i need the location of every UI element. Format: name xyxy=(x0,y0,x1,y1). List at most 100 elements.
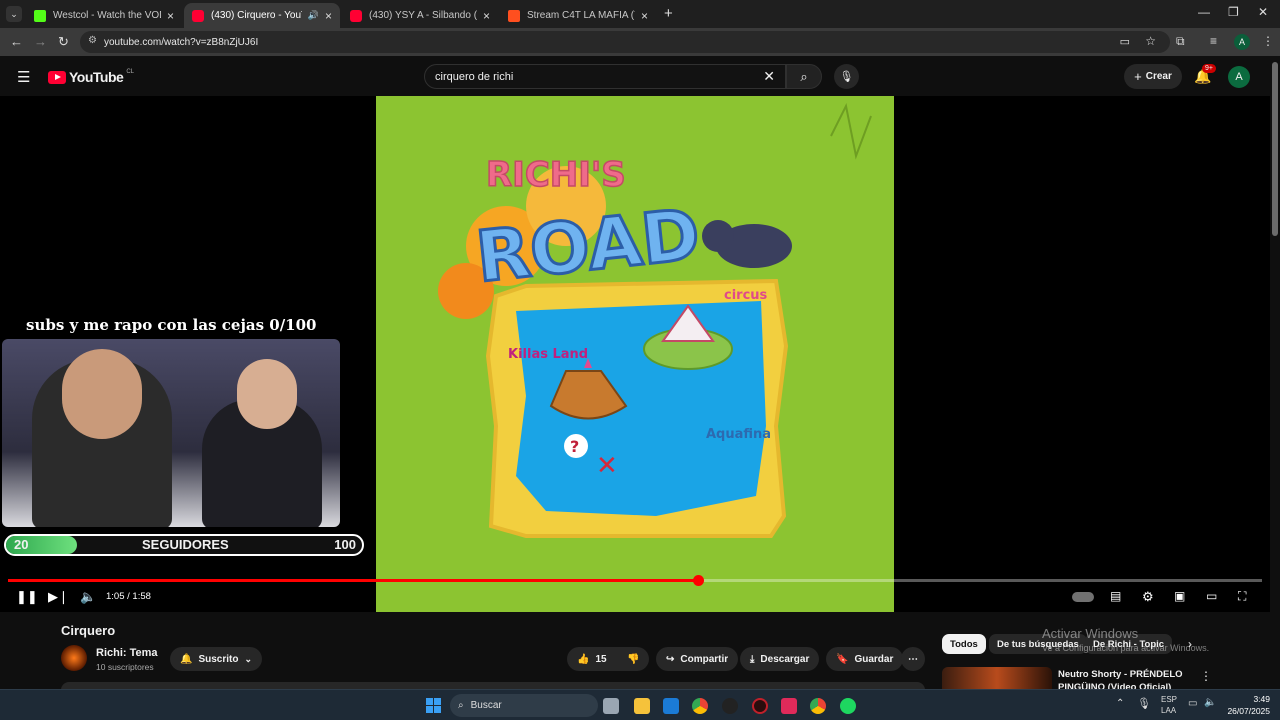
profile-avatar[interactable]: A xyxy=(1234,34,1250,50)
extensions-icon[interactable]: ⧉ xyxy=(1176,34,1185,49)
close-window-icon[interactable]: ✕ xyxy=(1258,5,1268,19)
search-icon: ⌕ xyxy=(800,68,808,84)
chrome-profile-icon[interactable] xyxy=(810,698,826,714)
reload-icon[interactable]: ↻ xyxy=(58,34,69,50)
tab-stream-c4t[interactable]: Stream C4T LA MAFIA (YUG RI × xyxy=(500,3,656,28)
tray-chevron-icon[interactable]: ⌃ xyxy=(1116,698,1124,709)
tab-westcol[interactable]: Westcol - Watch the VOD on K × xyxy=(26,3,182,28)
youtube-logo[interactable]: YouTube CL xyxy=(48,69,134,85)
network-icon[interactable]: ▭ xyxy=(1188,698,1197,709)
close-tab-icon[interactable]: × xyxy=(167,9,174,23)
back-icon[interactable]: ← xyxy=(10,34,23,49)
create-label: Crear xyxy=(1145,71,1172,82)
search-button[interactable]: ⌕ xyxy=(786,64,822,89)
close-tab-icon[interactable]: × xyxy=(483,9,490,23)
close-tab-icon[interactable]: × xyxy=(325,9,332,23)
install-app-icon[interactable]: ▭ xyxy=(1120,35,1130,48)
browser-toolbar: ← → ↻ ⚙ youtube.com/watch?v=zB8nZjUJ6I ▭… xyxy=(0,28,1280,56)
outlook-icon[interactable] xyxy=(663,698,679,714)
voice-search-button[interactable]: 🎙 xyxy=(834,64,859,89)
restore-icon[interactable]: ❐ xyxy=(1228,5,1239,19)
page-scrollbar[interactable] xyxy=(1272,62,1278,236)
fullscreen-icon[interactable]: ⛶ xyxy=(1238,589,1246,604)
address-bar[interactable]: ⚙ youtube.com/watch?v=zB8nZjUJ6I ▭ ☆ xyxy=(80,31,1170,53)
logo-text: YouTube xyxy=(69,69,124,85)
autoplay-toggle-icon[interactable] xyxy=(1072,592,1094,602)
forward-icon[interactable]: → xyxy=(34,34,47,49)
recommended-menu-icon[interactable]: ⋮ xyxy=(1200,669,1212,683)
download-button[interactable]: ⤓ Descargar xyxy=(740,647,820,671)
theater-mode-icon[interactable]: ▭ xyxy=(1206,589,1217,603)
hamburger-menu-icon[interactable]: ☰ xyxy=(17,68,30,86)
tab-cirquero[interactable]: (430) Cirquero - YouTube 🔊 × xyxy=(184,3,340,28)
tiktok-icon[interactable] xyxy=(781,698,797,714)
seek-handle[interactable] xyxy=(692,575,704,586)
windows-taskbar: ⌕ Buscar ⌃ 🎙 ESP LAA ▭ 🔈 3:49 26/07/2025 xyxy=(0,689,1280,720)
more-actions-button[interactable]: ⋯ xyxy=(901,647,925,671)
steam-icon[interactable] xyxy=(722,698,738,714)
clear-search-icon[interactable]: ✕ xyxy=(763,68,775,85)
mic-icon: 🎙 xyxy=(839,71,854,83)
goal-target: 100 xyxy=(334,537,356,552)
create-button[interactable]: + Crear xyxy=(1124,64,1182,89)
dislike-button[interactable]: 👎 xyxy=(617,647,650,671)
channel-avatar[interactable] xyxy=(61,645,87,671)
chip-all[interactable]: Todos xyxy=(942,634,986,654)
share-label: Compartir xyxy=(680,653,729,665)
bookmark-star-icon[interactable]: ☆ xyxy=(1145,34,1156,48)
clock-time[interactable]: 3:49 xyxy=(1234,694,1270,704)
video-frame-richis-road: RICHI'S ROAD circus Killas Land Aquafina… xyxy=(376,96,894,612)
activation-watermark-subtitle: Ve a Configuración para activar Windows. xyxy=(1042,643,1210,653)
tab-title: Westcol - Watch the VOD on K xyxy=(53,10,161,21)
notifications-button[interactable]: 🔔 9+ xyxy=(1194,64,1216,85)
windows-start-icon[interactable] xyxy=(426,698,441,713)
speaker-icon[interactable]: 🔊 xyxy=(308,10,319,21)
like-count: 15 xyxy=(595,653,607,665)
next-icon[interactable]: ▶❘ xyxy=(48,589,69,605)
subscribed-button[interactable]: 🔔 Suscrito ⌄ xyxy=(170,647,263,671)
app-icon-red[interactable] xyxy=(752,698,768,714)
input-language-variant[interactable]: LAA xyxy=(1161,706,1176,715)
tab-search-icon[interactable]: ⌄ xyxy=(6,6,22,22)
account-avatar[interactable]: A xyxy=(1228,66,1250,88)
pause-icon[interactable]: ❚❚ xyxy=(16,589,38,605)
art-label-circus: circus xyxy=(724,288,768,303)
share-button[interactable]: ↪ Compartir xyxy=(656,647,739,671)
more-dots-icon: ⋯ xyxy=(908,653,918,665)
settings-gear-icon[interactable]: ⚙ xyxy=(1142,589,1154,605)
input-language[interactable]: ESP xyxy=(1161,695,1177,704)
subtitles-icon[interactable]: ▤ xyxy=(1110,589,1121,603)
taskbar-search-placeholder: Buscar xyxy=(470,700,502,711)
video-title: Cirquero xyxy=(61,623,116,638)
tray-mic-icon[interactable]: 🎙 xyxy=(1137,697,1151,710)
recommended-title[interactable]: Neutro Shorty - PRÉNDELO xyxy=(1058,669,1183,680)
new-tab-button[interactable]: + xyxy=(664,5,673,22)
spotify-icon[interactable] xyxy=(840,698,856,714)
volume-tray-icon[interactable]: 🔈 xyxy=(1204,697,1216,708)
minimize-icon[interactable]: — xyxy=(1198,5,1210,19)
tab-title: (430) Cirquero - YouTube xyxy=(211,10,302,21)
browser-menu-icon[interactable]: ⋮ xyxy=(1262,34,1274,48)
media-controls-icon[interactable]: ≡ xyxy=(1210,34,1217,48)
miniplayer-icon[interactable]: ▣ xyxy=(1174,589,1185,603)
seek-bar[interactable] xyxy=(8,575,1262,586)
task-view-icon[interactable] xyxy=(603,698,619,714)
search-input[interactable]: cirquero de richi ✕ xyxy=(424,64,786,89)
kick-icon xyxy=(34,9,46,22)
channel-name[interactable]: Richi: Tema xyxy=(96,647,158,659)
video-player[interactable]: RICHI'S ROAD circus Killas Land Aquafina… xyxy=(0,96,1270,612)
tab-ysy-a[interactable]: (430) YSY A - Silbando (prod. C × xyxy=(342,3,498,28)
save-button[interactable]: 🔖 Guardar xyxy=(826,647,904,671)
recommended-thumbnail[interactable] xyxy=(942,667,1052,691)
activation-watermark-title: Activar Windows xyxy=(1042,626,1139,641)
like-button[interactable]: 👍 15 xyxy=(567,647,617,671)
volume-icon[interactable]: 🔈 xyxy=(80,589,96,605)
face-left xyxy=(62,349,142,439)
clock-date[interactable]: 26/07/2025 xyxy=(1220,706,1270,716)
site-info-icon[interactable]: ⚙ xyxy=(88,35,97,46)
close-tab-icon[interactable]: × xyxy=(641,9,648,23)
chrome-icon[interactable] xyxy=(692,698,708,714)
file-explorer-icon[interactable] xyxy=(634,698,650,714)
notification-badge: 9+ xyxy=(1202,64,1216,73)
taskbar-search-box[interactable]: ⌕ Buscar xyxy=(450,694,598,717)
